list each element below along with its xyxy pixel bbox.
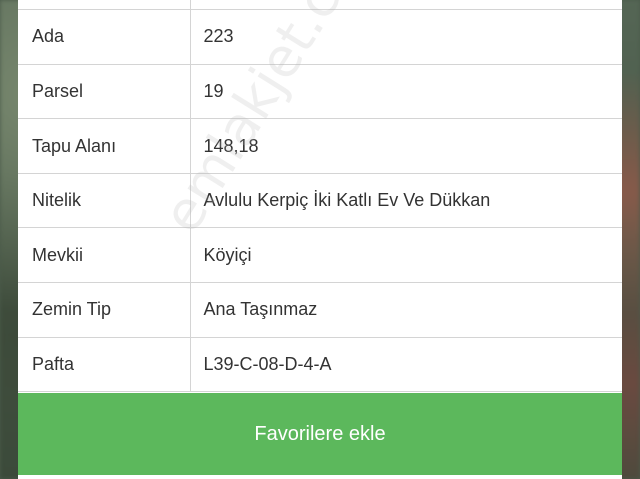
row-value: 19 bbox=[190, 64, 622, 120]
row-value: Avlulu Kerpiç İki Katlı Ev Ve Dükkan bbox=[190, 173, 622, 229]
table-row-ada: Ada 223 bbox=[18, 9, 622, 65]
row-value: 223 bbox=[190, 9, 622, 65]
row-label: Parsel bbox=[18, 64, 191, 120]
row-label: Zemin Tip bbox=[18, 282, 191, 338]
row-value: Köyiçi bbox=[190, 227, 622, 284]
table-row-cut-off bbox=[18, 0, 622, 11]
table-row-mevkii: Mevkii Köyiçi bbox=[18, 227, 622, 284]
table-row-pafta: Pafta L39-C-08-D-4-A bbox=[18, 337, 622, 393]
row-label: Nitelik bbox=[18, 173, 191, 229]
row-label: Mevkii bbox=[18, 227, 191, 284]
add-to-favorites-button[interactable]: Favorilere ekle bbox=[18, 393, 622, 475]
table-row-zemin-tip: Zemin Tip Ana Taşınmaz bbox=[18, 282, 622, 338]
property-details-panel: Ada 223 Parsel 19 Tapu Alanı 148,18 Nite… bbox=[18, 0, 622, 479]
row-label: Tapu Alanı bbox=[18, 118, 191, 174]
table-row-nitelik: Nitelik Avlulu Kerpiç İki Katlı Ev Ve Dü… bbox=[18, 173, 622, 229]
row-label bbox=[18, 0, 191, 11]
property-info-table: Ada 223 Parsel 19 Tapu Alanı 148,18 Nite… bbox=[18, 0, 622, 393]
row-value: Ana Taşınmaz bbox=[190, 282, 622, 338]
row-label: Pafta bbox=[18, 337, 191, 393]
row-value bbox=[190, 0, 622, 11]
table-row-parsel: Parsel 19 bbox=[18, 64, 622, 120]
table-row-tapu-alani: Tapu Alanı 148,18 bbox=[18, 118, 622, 174]
row-value: L39-C-08-D-4-A bbox=[190, 337, 622, 393]
row-label: Ada bbox=[18, 9, 191, 65]
row-value: 148,18 bbox=[190, 118, 622, 174]
